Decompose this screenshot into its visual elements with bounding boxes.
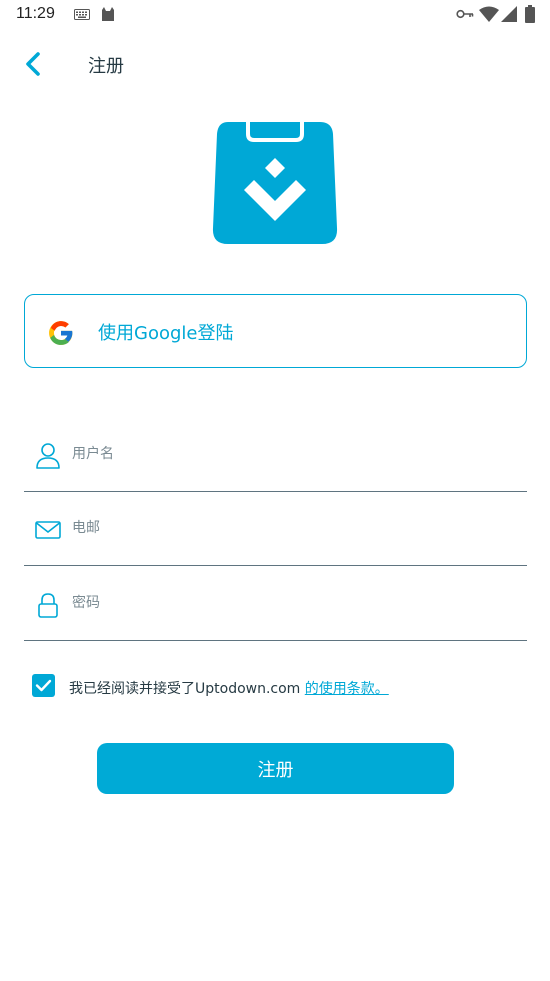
keyboard-icon: [74, 9, 90, 20]
email-input[interactable]: [72, 510, 512, 546]
terms-checkbox[interactable]: [32, 674, 55, 697]
wifi-icon: [479, 6, 499, 22]
terms-statement: 我已经阅读并接受了Uptodown.com: [69, 681, 305, 697]
cat-icon: [102, 7, 114, 21]
username-input[interactable]: [72, 436, 512, 472]
password-input[interactable]: [72, 585, 512, 621]
terms-of-use-link[interactable]: 的使用条款。: [305, 681, 389, 697]
chevron-left-icon[interactable]: [18, 48, 50, 80]
terms-row: 我已经阅读并接受了Uptodown.com 的使用条款。: [32, 674, 532, 700]
google-g-icon: [49, 321, 73, 345]
lock-icon: [38, 593, 58, 618]
username-field: [24, 418, 527, 492]
google-login-button[interactable]: 使用Google登陆: [24, 294, 527, 368]
register-button[interactable]: 注册: [97, 743, 454, 794]
battery-icon: [525, 5, 535, 23]
status-bar: 11:29: [0, 0, 550, 30]
signal-icon: [501, 6, 517, 22]
user-icon: [36, 443, 60, 469]
terms-text: 我已经阅读并接受了Uptodown.com 的使用条款。: [69, 678, 389, 698]
status-time: 11:29: [16, 5, 55, 22]
email-field: [24, 492, 527, 566]
toolbar: 注册: [0, 40, 550, 88]
uptodown-bag-logo: [212, 118, 338, 244]
page-title: 注册: [88, 56, 124, 77]
google-login-label: 使用Google登陆: [98, 323, 234, 344]
envelope-icon: [35, 521, 61, 539]
checkmark-icon: [35, 679, 52, 692]
vpn-key-icon: [456, 9, 474, 19]
password-field: [24, 567, 527, 641]
